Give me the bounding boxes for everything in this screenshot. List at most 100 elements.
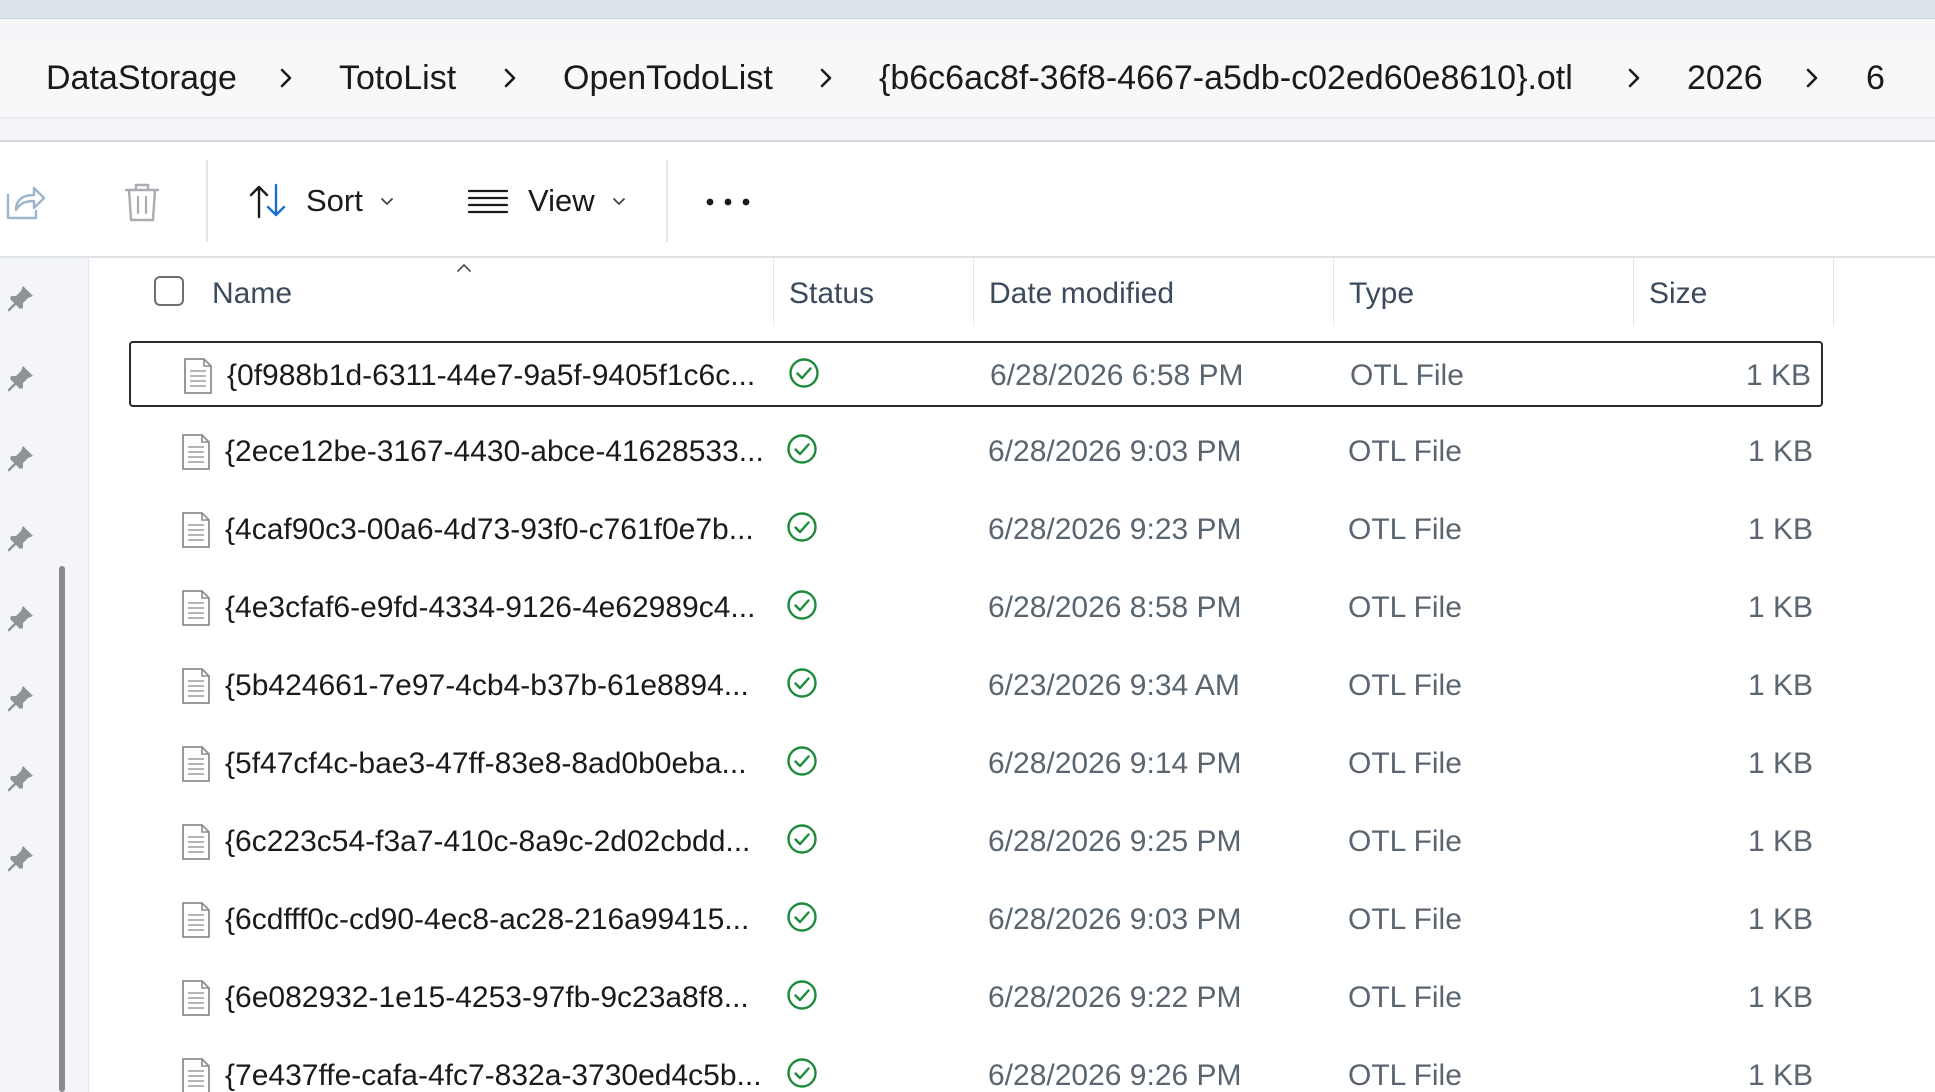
file-row[interactable]: {4caf90c3-00a6-4d73-93f0-c761f0e7b... 6/2… bbox=[129, 497, 1823, 563]
file-type: OTL File bbox=[1348, 1059, 1462, 1092]
toolbar-divider bbox=[206, 160, 208, 242]
breadcrumb-item-6[interactable]: 6 bbox=[1866, 58, 1885, 98]
file-name: {5b424661-7e97-4cb4-b37b-61e8894... bbox=[225, 669, 749, 702]
pin-icon[interactable] bbox=[6, 283, 36, 313]
chevron-right-icon[interactable] bbox=[498, 60, 522, 96]
pin-icon[interactable] bbox=[6, 843, 36, 873]
file-document-icon bbox=[181, 745, 211, 783]
file-size: 1 KB bbox=[1747, 435, 1813, 468]
column-header-type[interactable]: Type bbox=[1349, 276, 1414, 312]
select-all-checkbox[interactable] bbox=[154, 276, 184, 306]
file-type: OTL File bbox=[1348, 513, 1462, 546]
file-row[interactable]: {0f988b1d-6311-44e7-9a5f-9405f1c6c... 6/2… bbox=[129, 341, 1823, 407]
navigation-pane bbox=[42, 258, 89, 1092]
sort-button[interactable]: Sort bbox=[246, 176, 397, 226]
file-document-icon bbox=[181, 901, 211, 939]
file-row[interactable]: {6c223c54-f3a7-410c-8a9c-2d02cbdd... 6/28… bbox=[129, 809, 1823, 875]
file-size: 1 KB bbox=[1747, 825, 1813, 858]
column-divider[interactable] bbox=[973, 258, 974, 326]
sync-status-check-icon bbox=[786, 511, 818, 543]
file-explorer-window: DataStorage TotoList OpenTodoList {b6c6a… bbox=[0, 0, 1935, 1092]
column-divider[interactable] bbox=[1833, 258, 1834, 326]
file-date-modified: 6/28/2026 9:14 PM bbox=[988, 747, 1242, 780]
chevron-right-icon[interactable] bbox=[1800, 60, 1824, 96]
navigation-scrollbar[interactable] bbox=[59, 566, 65, 1092]
file-date-modified: 6/28/2026 9:03 PM bbox=[988, 903, 1242, 936]
breadcrumb-item-otl-folder[interactable]: {b6c6ac8f-36f8-4667-a5db-c02ed60e8610}.o… bbox=[879, 58, 1573, 98]
column-divider[interactable] bbox=[773, 258, 774, 326]
sort-arrows-icon bbox=[246, 179, 290, 223]
file-date-modified: 6/28/2026 9:03 PM bbox=[988, 435, 1242, 468]
column-divider[interactable] bbox=[1333, 258, 1334, 326]
more-dots-icon[interactable] bbox=[702, 180, 756, 224]
sync-status-check-icon bbox=[786, 745, 818, 777]
file-row[interactable]: {5f47cf4c-bae3-47ff-83e8-8ad0b0eba... 6/2… bbox=[129, 731, 1823, 797]
file-row[interactable]: {4e3cfaf6-e9fd-4334-9126-4e62989c4... 6/2… bbox=[129, 575, 1823, 641]
pin-icon[interactable] bbox=[6, 683, 36, 713]
file-name: {6cdfff0c-cd90-4ec8-ac28-216a99415... bbox=[225, 903, 750, 936]
file-name: {7e437ffe-cafa-4fc7-832a-3730ed4c5b... bbox=[225, 1059, 762, 1092]
pin-icon[interactable] bbox=[6, 443, 36, 473]
sync-status-check-icon bbox=[786, 979, 818, 1011]
chevron-down-icon bbox=[377, 191, 397, 211]
file-name: {0f988b1d-6311-44e7-9a5f-9405f1c6c... bbox=[227, 359, 756, 392]
file-document-icon bbox=[183, 357, 213, 395]
breadcrumb-item-totolist[interactable]: TotoList bbox=[339, 58, 456, 98]
sort-ascending-icon bbox=[454, 260, 474, 274]
file-date-modified: 6/28/2026 6:58 PM bbox=[990, 359, 1244, 392]
pin-icon[interactable] bbox=[6, 763, 36, 793]
sync-status-check-icon bbox=[786, 823, 818, 855]
column-header-date-modified[interactable]: Date modified bbox=[989, 276, 1174, 312]
trash-icon[interactable] bbox=[120, 180, 164, 224]
file-row[interactable]: {5b424661-7e97-4cb4-b37b-61e8894... 6/23/… bbox=[129, 653, 1823, 719]
file-size: 1 KB bbox=[1747, 981, 1813, 1014]
chevron-down-icon bbox=[609, 191, 629, 211]
file-size: 1 KB bbox=[1747, 747, 1813, 780]
file-name: {5f47cf4c-bae3-47ff-83e8-8ad0b0eba... bbox=[225, 747, 747, 780]
file-date-modified: 6/23/2026 9:34 AM bbox=[988, 669, 1240, 702]
file-row[interactable]: {6cdfff0c-cd90-4ec8-ac28-216a99415... 6/2… bbox=[129, 887, 1823, 953]
chevron-right-icon[interactable] bbox=[814, 60, 838, 96]
chevron-right-icon[interactable] bbox=[1622, 60, 1646, 96]
file-size: 1 KB bbox=[1747, 591, 1813, 624]
file-document-icon bbox=[181, 589, 211, 627]
file-row[interactable]: {2ece12be-3167-4430-abce-41628533... 6/28… bbox=[129, 419, 1823, 485]
pin-icon[interactable] bbox=[6, 603, 36, 633]
file-size: 1 KB bbox=[1745, 359, 1811, 392]
column-header-status[interactable]: Status bbox=[789, 276, 874, 312]
view-button[interactable]: View bbox=[466, 176, 629, 226]
breadcrumb-item-2026[interactable]: 2026 bbox=[1687, 58, 1763, 98]
pin-icon[interactable] bbox=[6, 363, 36, 393]
file-row[interactable]: {6e082932-1e15-4253-97fb-9c23a8f8... 6/28… bbox=[129, 965, 1823, 1031]
file-date-modified: 6/28/2026 9:26 PM bbox=[988, 1059, 1242, 1092]
breadcrumb-item-opentodolist[interactable]: OpenTodoList bbox=[563, 58, 773, 98]
breadcrumb-item-datastorage[interactable]: DataStorage bbox=[46, 58, 237, 98]
address-bar-gap bbox=[0, 118, 1935, 142]
column-divider[interactable] bbox=[1633, 258, 1634, 326]
file-size: 1 KB bbox=[1747, 513, 1813, 546]
file-row[interactable]: {7e437ffe-cafa-4fc7-832a-3730ed4c5b... 6/… bbox=[129, 1043, 1823, 1092]
file-name: {6e082932-1e15-4253-97fb-9c23a8f8... bbox=[225, 981, 749, 1014]
file-size: 1 KB bbox=[1747, 669, 1813, 702]
pin-icon[interactable] bbox=[6, 523, 36, 553]
title-gap bbox=[0, 19, 1935, 39]
sync-status-check-icon bbox=[788, 357, 820, 389]
sync-status-check-icon bbox=[786, 901, 818, 933]
list-view-icon bbox=[466, 179, 510, 223]
file-document-icon bbox=[181, 1057, 211, 1092]
sync-status-check-icon bbox=[786, 433, 818, 465]
file-name: {6c223c54-f3a7-410c-8a9c-2d02cbdd... bbox=[225, 825, 751, 858]
share-icon[interactable] bbox=[2, 180, 46, 224]
file-type: OTL File bbox=[1348, 591, 1462, 624]
sync-status-check-icon bbox=[786, 667, 818, 699]
file-size: 1 KB bbox=[1747, 903, 1813, 936]
column-header-name[interactable]: Name bbox=[212, 276, 292, 312]
chevron-right-icon[interactable] bbox=[274, 60, 298, 96]
column-header-size[interactable]: Size bbox=[1649, 276, 1707, 312]
file-type: OTL File bbox=[1348, 435, 1462, 468]
file-type: OTL File bbox=[1350, 359, 1464, 392]
file-type: OTL File bbox=[1348, 747, 1462, 780]
file-type: OTL File bbox=[1348, 825, 1462, 858]
file-date-modified: 6/28/2026 9:23 PM bbox=[988, 513, 1242, 546]
file-document-icon bbox=[181, 667, 211, 705]
